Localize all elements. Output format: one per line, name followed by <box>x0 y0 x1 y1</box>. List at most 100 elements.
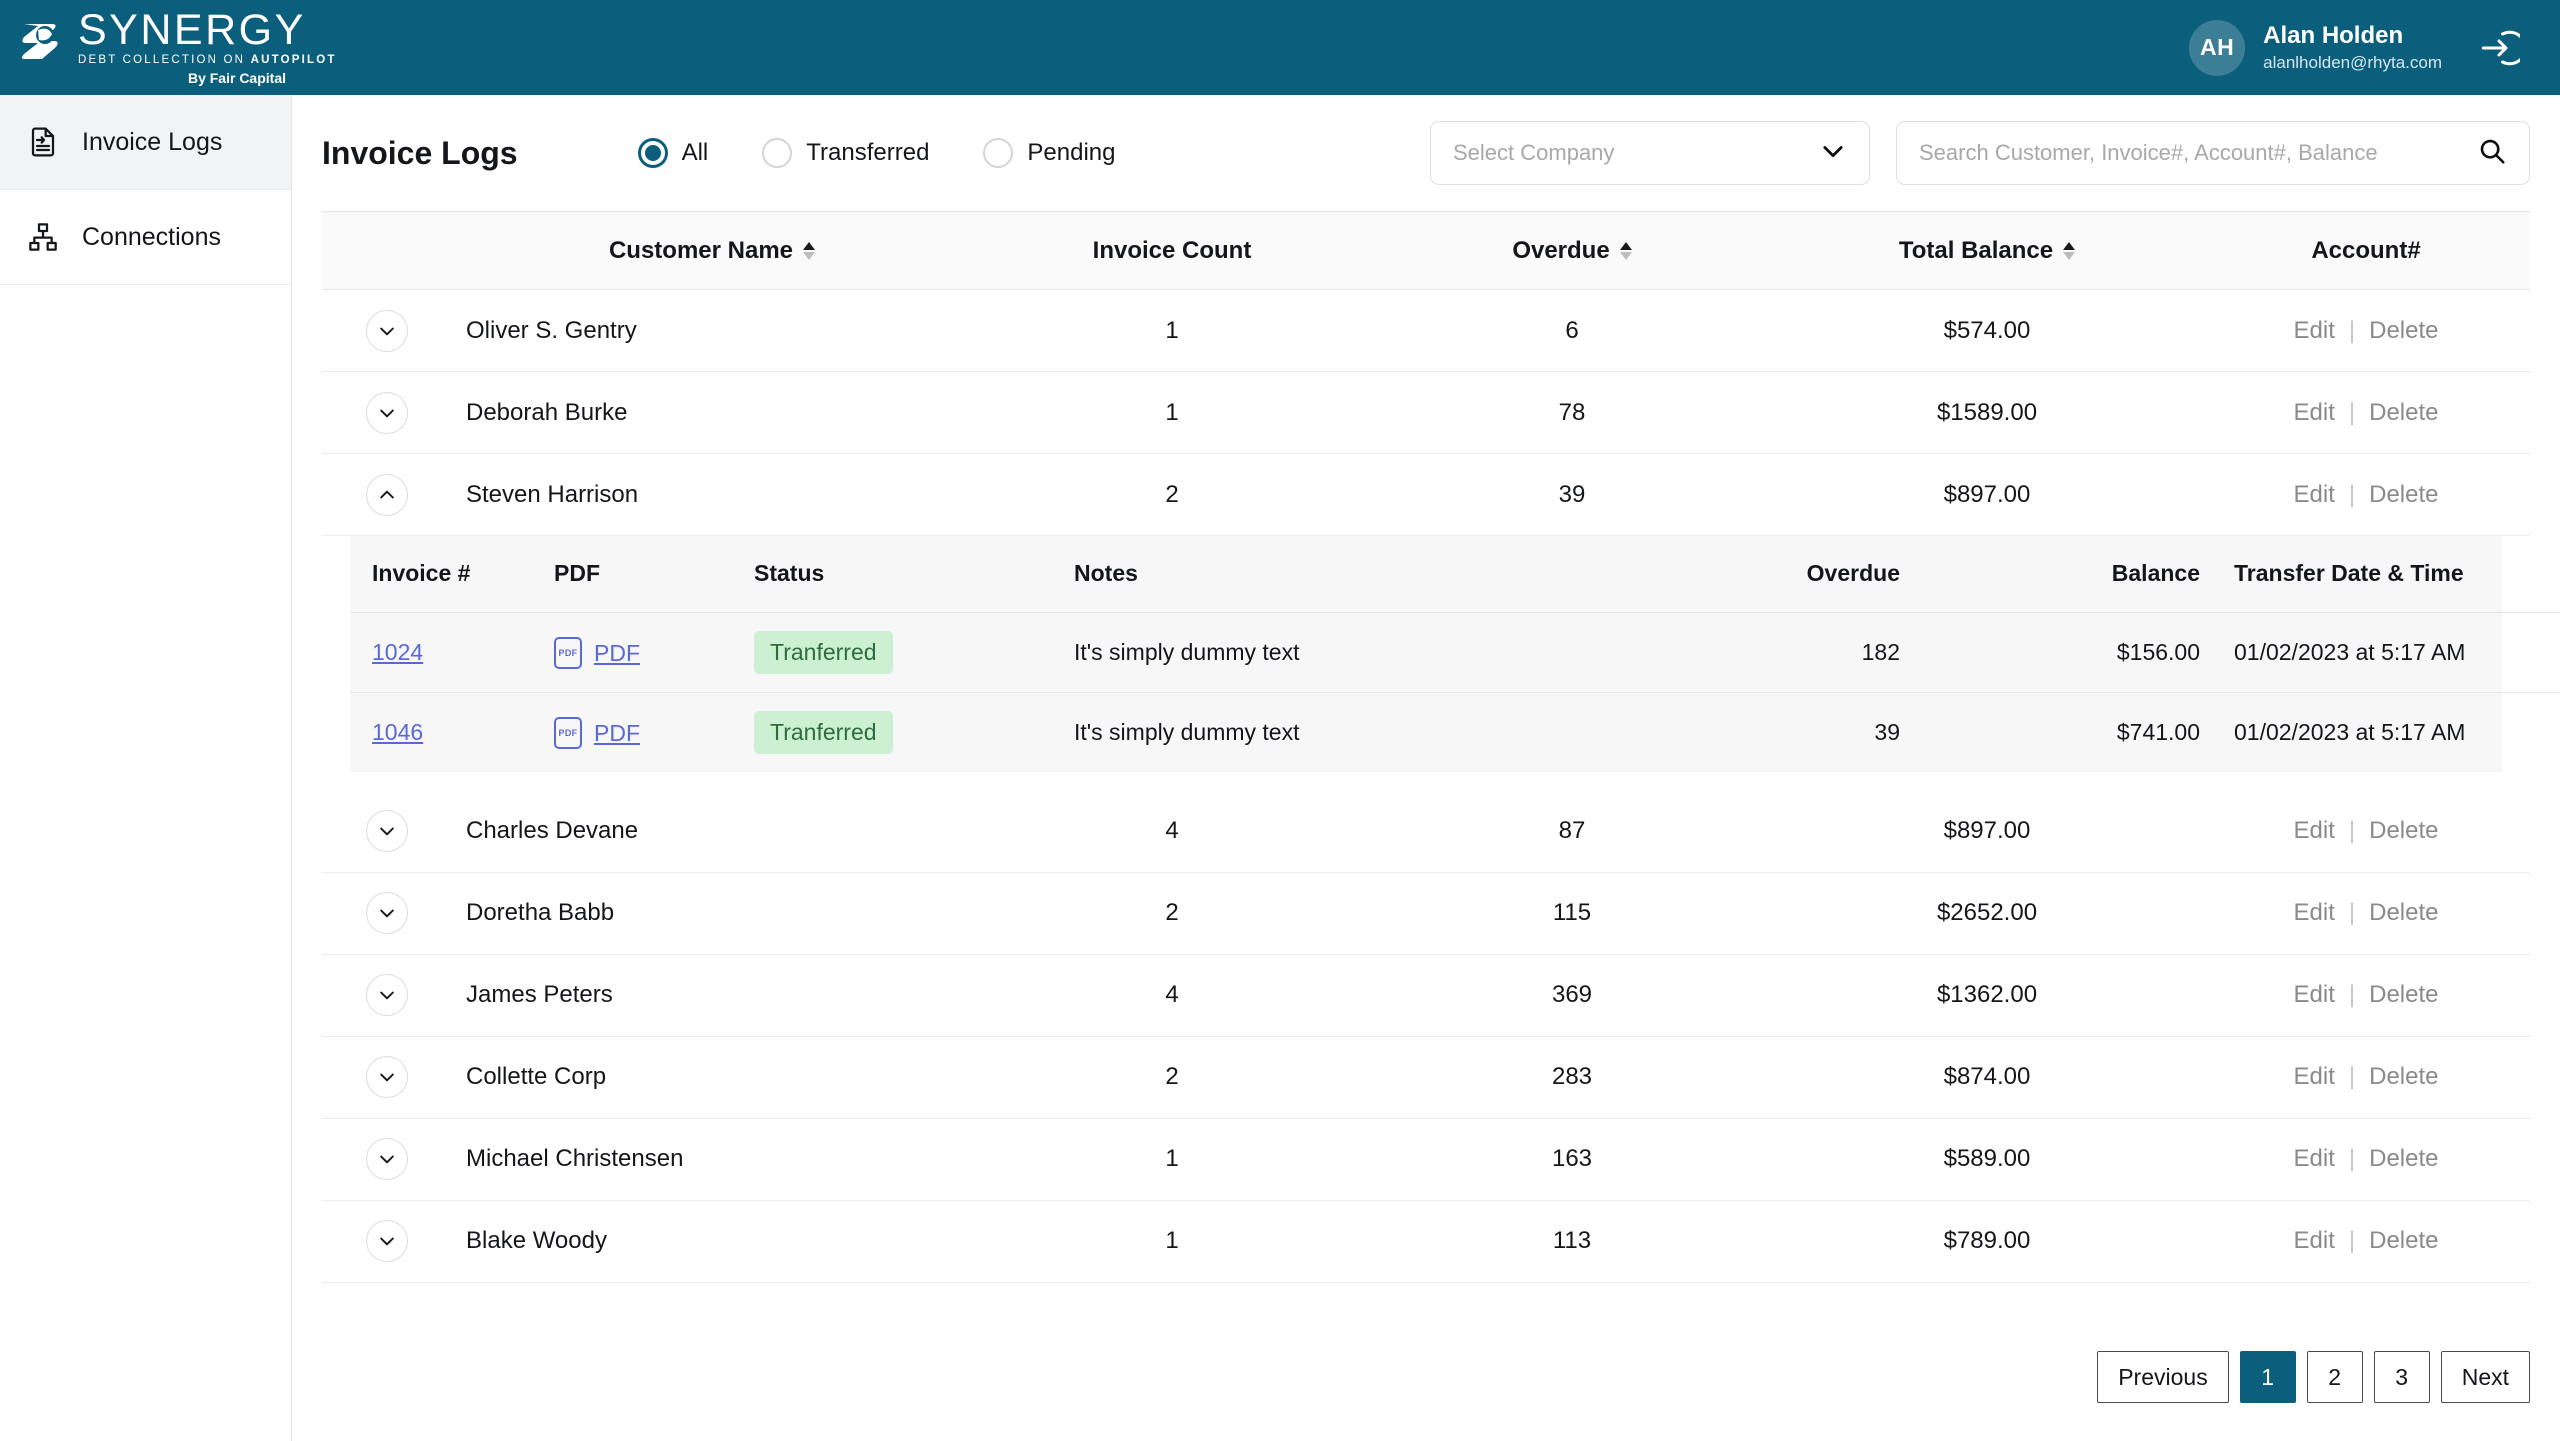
filter-radio-transferred[interactable]: Transferred <box>762 138 929 168</box>
chevron-down-icon[interactable] <box>366 809 408 852</box>
logout-button[interactable] <box>2476 25 2522 71</box>
chevron-down-icon[interactable] <box>366 1220 408 1262</box>
detail-panel-spacer <box>322 772 2530 790</box>
edit-link[interactable]: Edit <box>2294 899 2335 927</box>
sort-icon[interactable] <box>2063 241 2076 260</box>
table-row[interactable]: Deborah Burke 1 78 $1589.00 Edit | Delet… <box>322 372 2530 454</box>
pdf-link[interactable]: PDF PDF <box>554 637 640 669</box>
search-icon[interactable] <box>2477 136 2507 171</box>
th-total-balance[interactable]: Total Balance <box>1772 212 2202 290</box>
edit-link[interactable]: Edit <box>2294 981 2335 1009</box>
invoice-link[interactable]: 1024 <box>372 639 423 665</box>
filter-radio-all[interactable]: All <box>637 138 709 168</box>
filter-radio-pending[interactable]: Pending <box>983 138 1116 168</box>
chevron-down-icon[interactable] <box>366 1138 408 1180</box>
expand-cell[interactable] <box>322 790 452 872</box>
sub-table-row[interactable]: 1024 PDF PDF Tranferred It's simply dumm… <box>350 612 2560 692</box>
delete-link[interactable]: Delete <box>2369 399 2438 427</box>
user-name: Alan Holden <box>2263 22 2404 49</box>
search-box[interactable] <box>1896 121 2530 185</box>
delete-link[interactable]: Delete <box>2369 981 2438 1009</box>
expand-cell[interactable] <box>322 1200 452 1282</box>
expand-cell[interactable] <box>322 290 452 372</box>
pagination-next[interactable]: Next <box>2440 1351 2530 1403</box>
filter-label: All <box>681 139 709 166</box>
th-customer-name[interactable]: Customer Name <box>452 212 972 290</box>
edit-link[interactable]: Edit <box>2294 817 2335 845</box>
page-header: Invoice Logs All Transferred Pending Sel… <box>292 95 2560 211</box>
table-row[interactable]: Oliver S. Gentry 1 6 $574.00 Edit | Dele… <box>322 290 2530 372</box>
chevron-down-icon[interactable] <box>366 974 408 1016</box>
expand-cell[interactable] <box>322 1036 452 1118</box>
sub-cell-invoice[interactable]: 1024 <box>350 612 550 692</box>
table-row[interactable]: Doretha Babb 2 115 $2652.00 Edit | Delet… <box>322 872 2530 954</box>
pdf-link[interactable]: PDF PDF <box>554 717 640 750</box>
sub-cell-pdf[interactable]: PDF PDF <box>550 692 750 772</box>
radio-indicator[interactable] <box>762 138 793 168</box>
company-select-value: Select Company <box>1453 140 1615 165</box>
table-row[interactable]: Charles Devane 4 87 $897.00 Edit | Delet… <box>322 790 2530 872</box>
radio-indicator[interactable] <box>637 138 668 168</box>
edit-link[interactable]: Edit <box>2294 1063 2335 1091</box>
sort-icon[interactable] <box>1619 241 1632 260</box>
table-row[interactable]: Michael Christensen 1 163 $589.00 Edit |… <box>322 1118 2530 1200</box>
search-input[interactable] <box>1919 140 2477 166</box>
expanded-detail-cell: Invoice # PDF Status Notes Overdue Balan… <box>322 535 2560 790</box>
expand-cell[interactable] <box>322 1118 452 1200</box>
th-expand <box>322 212 452 290</box>
delete-link[interactable]: Delete <box>2369 1227 2438 1255</box>
edit-link[interactable]: Edit <box>2294 399 2335 427</box>
delete-link[interactable]: Delete <box>2369 481 2438 509</box>
table-row[interactable]: Blake Woody 1 113 $789.00 Edit | Delete <box>322 1200 2530 1282</box>
chevron-down-icon[interactable] <box>366 391 408 434</box>
expand-cell[interactable] <box>322 372 452 454</box>
sidebar-item-connections[interactable]: Connections <box>0 190 291 285</box>
cell-invoice-count: 4 <box>1165 981 1179 1008</box>
user-profile[interactable]: AH Alan Holden alanlholden@rhyta.com <box>2189 19 2522 76</box>
chevron-up-icon[interactable] <box>366 473 408 516</box>
invoice-detail-panel: Invoice # PDF Status Notes Overdue Balan… <box>350 536 2560 772</box>
delete-link[interactable]: Delete <box>2369 899 2438 927</box>
sidebar-item-invoice-logs[interactable]: Invoice Logs <box>0 95 291 190</box>
expand-cell[interactable] <box>322 454 452 536</box>
table-header-row: Customer Name Invoice Count Overdue Tota… <box>322 211 2530 290</box>
pagination-page-1[interactable]: 1 <box>2239 1351 2296 1403</box>
delete-link[interactable]: Delete <box>2369 1063 2438 1091</box>
edit-link[interactable]: Edit <box>2294 1145 2335 1173</box>
logout-icon <box>2481 30 2520 65</box>
delete-link[interactable]: Delete <box>2369 317 2438 345</box>
delete-link[interactable]: Delete <box>2369 1145 2438 1173</box>
table-row[interactable]: James Peters 4 369 $1362.00 Edit | Delet… <box>322 954 2530 1036</box>
invoice-logs-table: Customer Name Invoice Count Overdue Tota… <box>322 211 2560 1283</box>
cell-total-balance: $897.00 <box>1943 480 2031 508</box>
invoice-link[interactable]: 1046 <box>372 719 423 745</box>
sub-cell-invoice[interactable]: 1046 <box>350 692 550 772</box>
expand-cell[interactable] <box>322 954 452 1036</box>
edit-link[interactable]: Edit <box>2294 481 2335 509</box>
sort-icon[interactable] <box>803 241 816 260</box>
delete-link[interactable]: Delete <box>2369 817 2438 845</box>
cell-invoice-count: 1 <box>1165 1227 1179 1254</box>
cell-customer-name: Doretha Babb <box>466 899 615 926</box>
radio-indicator[interactable] <box>983 138 1014 168</box>
chevron-down-icon[interactable] <box>366 309 408 352</box>
table-row[interactable]: Collette Corp 2 283 $874.00 Edit | Delet… <box>322 1036 2530 1118</box>
th-invoice-count: Invoice Count <box>972 212 1372 290</box>
sub-table-row[interactable]: 1046 PDF PDF Tranferred It's simply dumm… <box>350 692 2560 772</box>
pagination-page-3[interactable]: 3 <box>2373 1351 2430 1403</box>
edit-link[interactable]: Edit <box>2294 1227 2335 1255</box>
cell-invoice-count: 2 <box>1165 1063 1179 1090</box>
expand-cell[interactable] <box>322 872 452 954</box>
chevron-down-icon[interactable] <box>366 892 408 934</box>
table-row[interactable]: Steven Harrison 2 39 $897.00 Edit | Dele… <box>322 454 2530 536</box>
sub-cell-pdf[interactable]: PDF PDF <box>550 612 750 692</box>
cell-total-balance: $1589.00 <box>1936 398 2038 426</box>
pagination-page-2[interactable]: 2 <box>2306 1351 2363 1403</box>
company-select[interactable]: Select Company <box>1430 121 1870 185</box>
pagination-previous[interactable]: Previous <box>2097 1351 2229 1403</box>
th-overdue[interactable]: Overdue <box>1372 212 1772 290</box>
top-bar: SYNERGY DEBT COLLECTION ON AUTOPILOT By … <box>0 0 2560 95</box>
chevron-down-icon[interactable] <box>366 1056 408 1098</box>
brand-logo[interactable]: SYNERGY DEBT COLLECTION ON AUTOPILOT By … <box>0 0 334 95</box>
edit-link[interactable]: Edit <box>2294 317 2335 345</box>
